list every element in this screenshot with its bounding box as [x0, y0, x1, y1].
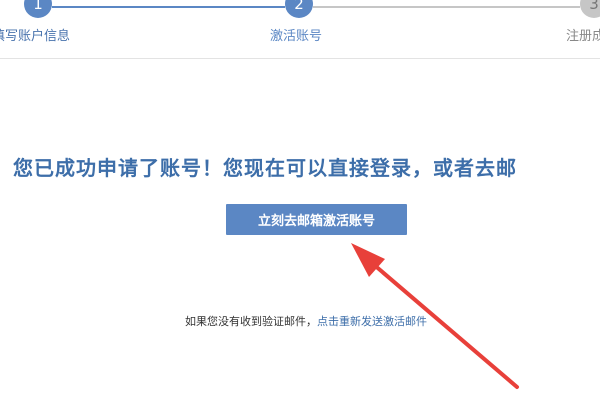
annotation-arrow-icon: [351, 243, 519, 389]
